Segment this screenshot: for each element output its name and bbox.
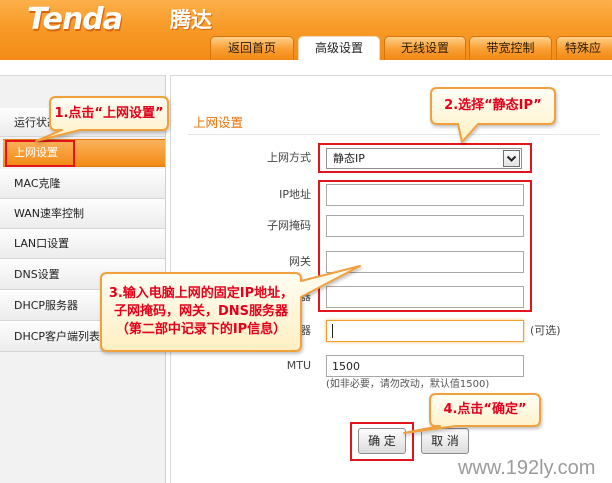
subnet-mask-label: 子网掩码 [267,219,311,232]
tab-special-apps[interactable]: 特殊应 [556,36,612,60]
secondary-dns-field[interactable] [326,320,524,342]
cancel-button[interactable]: 取 消 [421,428,469,454]
sidebar-item-lan-settings[interactable]: LAN口设置 [0,229,165,259]
annotation-box-ip-fields [318,180,532,312]
optional-note: (可选) [530,324,561,337]
text-cursor [332,324,333,338]
mtu-field[interactable] [326,355,524,377]
gateway-label: 网关 [289,255,311,268]
callout-step2-text: 2.选择“静态IP” [444,98,542,113]
tab-wireless-settings[interactable]: 无线设置 [384,36,466,60]
brand-logo: Tenda [27,2,123,37]
annotation-box-connection-type [318,143,532,173]
mtu-label: MTU [286,359,311,372]
callout-step1-text: 1.点击“上网设置” [54,106,164,121]
mtu-hint: (如非必要，请勿改动，默认值1500) [326,379,490,390]
section-divider [188,134,600,135]
section-title: 上网设置 [193,115,244,130]
tab-bandwidth-control[interactable]: 带宽控制 [469,36,552,60]
tab-home[interactable]: 返回首页 [210,36,294,60]
tab-advanced-settings[interactable]: 高级设置 [298,36,380,60]
sidebar-item-wan-speed[interactable]: WAN速率控制 [0,199,165,229]
sidebar-item-mac-clone[interactable]: MAC克隆 [0,169,165,199]
brand-logo-cn: 腾达 [170,8,212,32]
callout-step3-line3: （第二部中记录下的IP信息） [115,322,287,337]
callout-step4-text: 4.点击“确定” [443,402,527,417]
connection-type-label: 上网方式 [267,151,311,164]
callout-step3-line2: 子网掩码，网关，DNS服务器 [113,304,289,319]
annotation-box-ok-button [350,422,414,461]
callout-step3-line1: 3.输入电脑上网的固定IP地址， [108,286,294,301]
watermark: www.192ly.com [458,457,596,479]
ip-address-label: IP地址 [279,188,311,201]
annotation-box-sidebar-item [5,140,75,167]
